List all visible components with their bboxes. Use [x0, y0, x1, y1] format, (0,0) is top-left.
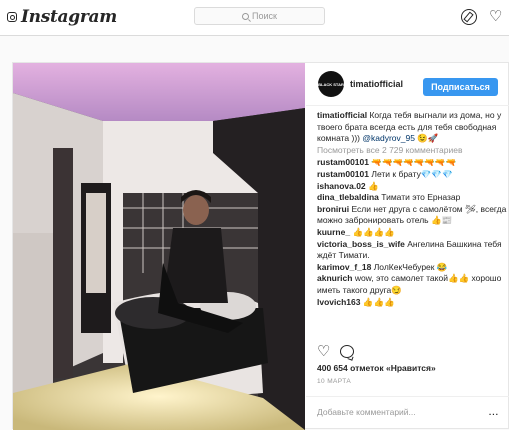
comment-item: aknurich wow, это самолет такой👍👍 хорошо… — [317, 273, 509, 296]
instagram-logo[interactable]: Instagram — [7, 7, 117, 27]
comment-item: kuurne_ 👍👍👍👍 — [317, 227, 509, 239]
search-input[interactable]: Поиск — [194, 7, 325, 25]
comment-text: 👍👍👍👍 — [352, 226, 395, 237]
comment-item: ishanova.02 👍 — [317, 181, 509, 193]
comment-username[interactable]: rustam00101 — [317, 169, 369, 179]
comment-text: 👍 — [368, 180, 379, 191]
post-actions: ♡ — [317, 344, 355, 359]
comment-username[interactable]: lvovich163 — [317, 297, 360, 307]
comment-username[interactable]: dina_tlebaldina — [317, 192, 379, 202]
explore-compass-icon[interactable] — [461, 9, 477, 25]
comment-item: dina_tlebaldina Тимати это Ерназар — [317, 192, 509, 204]
follow-button[interactable]: Подписаться — [423, 78, 498, 96]
comment-text: ЛолКекЧебурек 😂 — [373, 261, 448, 272]
comment-item: rustam00101 🔫🔫🔫🔫🔫🔫🔫🔫 — [317, 157, 509, 169]
activity-heart-icon[interactable]: ♡ — [489, 9, 505, 25]
post-date[interactable]: 10 МАРТА — [317, 378, 351, 385]
comment-item: karimov_f_18 ЛолКекЧебурек 😂 — [317, 262, 509, 274]
comment-item: bronirui Если нет друга с самолётом 🛩, в… — [317, 204, 509, 227]
caption-mention-link[interactable]: @kadyrov_95 — [362, 133, 415, 143]
jet-bedroom-photo — [13, 63, 305, 430]
more-options-button[interactable]: ... — [489, 407, 499, 417]
comment-username[interactable]: rustam00101 — [317, 157, 369, 167]
search-placeholder: Поиск — [252, 11, 277, 21]
search-icon — [242, 12, 250, 20]
comment-item: rustam00101 Лети к брату💎💎💎 — [317, 169, 509, 181]
like-heart-icon[interactable]: ♡ — [317, 344, 330, 359]
comment-username[interactable]: kuurne_ — [317, 227, 350, 237]
post-header: BLACK STAR timatiofficial Подписаться — [306, 63, 509, 106]
comment-username[interactable]: bronirui — [317, 204, 349, 214]
add-comment-placeholder: Добавьте комментарий... — [317, 407, 416, 417]
comment-text: Лети к брату💎💎💎 — [371, 168, 453, 179]
caption-username[interactable]: timatiofficial — [317, 110, 367, 120]
comment-text: 👍👍👍 — [362, 296, 395, 307]
comment-username[interactable]: ishanova.02 — [317, 181, 366, 191]
comment-username[interactable]: victoria_boss_is_wife — [317, 239, 405, 249]
post-photo[interactable] — [13, 63, 305, 430]
comments-list: timatiofficial Когда тебя выгнали из дом… — [317, 110, 509, 308]
add-comment-field[interactable]: Добавьте комментарий... ... — [306, 396, 509, 427]
comment-bubble-icon[interactable] — [340, 345, 355, 358]
caption: timatiofficial Когда тебя выгнали из дом… — [317, 110, 509, 145]
comment-item: lvovich163 👍👍👍 — [317, 297, 509, 309]
avatar[interactable]: BLACK STAR — [318, 71, 344, 97]
comment-username[interactable]: aknurich — [317, 273, 352, 283]
comment-text: Тимати это Ерназар — [381, 192, 461, 203]
post-card: BLACK STAR timatiofficial Подписаться ti… — [12, 62, 509, 430]
comment-item: victoria_boss_is_wife Ангелина Башкина т… — [317, 239, 509, 262]
caption-emoji: 😉🚀 — [417, 133, 439, 144]
post-username[interactable]: timatiofficial — [350, 79, 403, 89]
comment-text: 🔫🔫🔫🔫🔫🔫🔫🔫 — [371, 157, 457, 168]
logo-text: Instagram — [21, 7, 117, 27]
likes-count[interactable]: 400 654 отметок «Нравится» — [317, 363, 436, 373]
top-navigation-bar: Instagram Поиск ♡ — [0, 0, 509, 36]
view-all-comments-link[interactable]: Посмотреть все 2 729 комментариев — [317, 145, 509, 157]
post-sidebar: BLACK STAR timatiofficial Подписаться ti… — [306, 63, 509, 430]
comment-username[interactable]: karimov_f_18 — [317, 262, 371, 272]
instagram-logo-icon — [7, 12, 17, 22]
